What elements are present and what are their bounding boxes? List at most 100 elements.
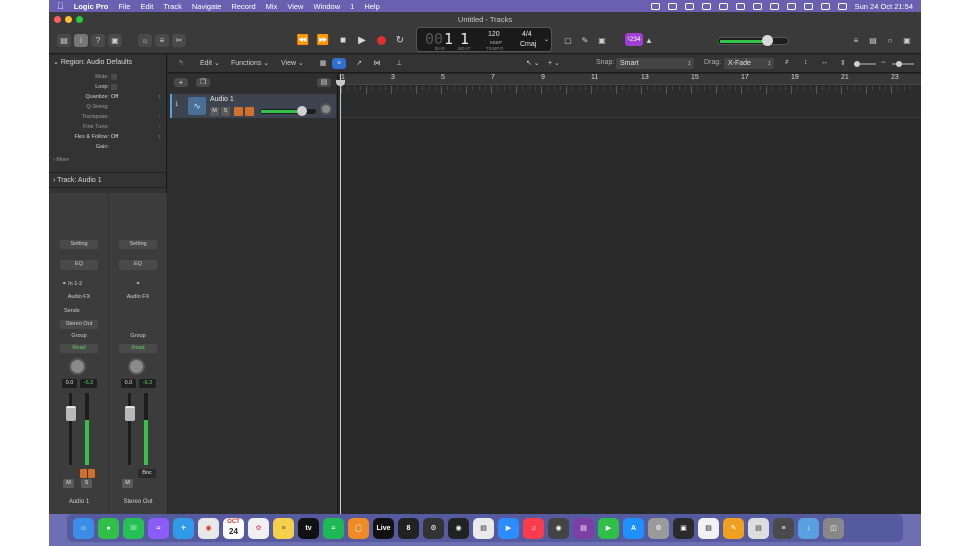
finder-icon[interactable]: ☺ bbox=[73, 517, 94, 539]
quick-help-icon[interactable]: ? bbox=[91, 34, 105, 47]
lcd-key[interactable]: Cmaj bbox=[520, 41, 536, 48]
mute-button[interactable]: M bbox=[63, 479, 74, 488]
track-lane-audio-1[interactable] bbox=[339, 86, 921, 118]
menu-file[interactable]: File bbox=[118, 2, 130, 11]
editors-icon[interactable]: ✂ bbox=[172, 34, 186, 47]
dropbox-icon[interactable] bbox=[650, 2, 660, 10]
final-cut-icon[interactable]: ▤ bbox=[573, 517, 594, 539]
bluetooth-icon[interactable] bbox=[752, 2, 762, 10]
library-icon[interactable]: ▤ bbox=[57, 34, 71, 47]
automation-mode[interactable]: Read bbox=[119, 344, 157, 353]
playhead[interactable] bbox=[336, 74, 345, 514]
catch-playhead-icon[interactable]: ⊥ bbox=[392, 58, 406, 69]
cycle-button[interactable]: ↻ bbox=[392, 33, 408, 49]
master-volume-slider[interactable] bbox=[717, 35, 789, 46]
rewind-button[interactable]: ⏪ bbox=[295, 33, 311, 49]
vertical-zoom-arrows-icon[interactable]: ⇕ bbox=[840, 59, 846, 67]
volume-icon[interactable] bbox=[735, 2, 745, 10]
music-app-icon[interactable]: ♫ bbox=[523, 517, 544, 539]
zoom-icon[interactable]: ▶ bbox=[498, 517, 519, 539]
eq-display[interactable]: EQ bbox=[119, 260, 157, 270]
control-center-icon[interactable] bbox=[820, 2, 830, 10]
volume-fader-cap[interactable] bbox=[66, 406, 76, 421]
tracks-canvas[interactable] bbox=[339, 118, 921, 514]
track-header-audio-1[interactable]: 1 ∿ Audio 1 M S bbox=[170, 94, 336, 118]
menu-app-name[interactable]: Logic Pro bbox=[74, 2, 109, 11]
lcd-display[interactable]: 00 1 1 BAR BEAT 120 KEEP TEMPO 4/4 Cmaj … bbox=[416, 27, 552, 52]
pointer-tool-icon[interactable]: ↖ ⌄ bbox=[526, 59, 540, 67]
audible-icon[interactable]: ◯ bbox=[348, 517, 369, 539]
menu-help[interactable]: Help bbox=[364, 2, 379, 11]
track-volume-knob[interactable] bbox=[297, 106, 307, 116]
downloads-folder-icon[interactable]: ↓ bbox=[798, 517, 819, 539]
menu-record[interactable]: Record bbox=[231, 2, 255, 11]
group-slot[interactable]: Group bbox=[119, 332, 157, 341]
smart-controls-icon[interactable]: ☼ bbox=[138, 34, 152, 47]
record-button[interactable] bbox=[373, 33, 389, 49]
group-slot[interactable]: Group bbox=[60, 332, 98, 341]
apple-menu-icon[interactable]:  bbox=[57, 1, 64, 11]
screen-capture-icon[interactable]: ▣ bbox=[673, 517, 694, 539]
flex-icon[interactable]: ⋈ bbox=[370, 58, 384, 69]
track-record-enable-button[interactable] bbox=[234, 107, 243, 116]
cloud-icon[interactable] bbox=[667, 2, 677, 10]
drag-select[interactable]: X-Fade ↕ bbox=[724, 58, 774, 69]
horizontal-zoom-knob[interactable] bbox=[896, 61, 902, 67]
more-disclosure[interactable]: › More bbox=[49, 155, 167, 165]
bar-ruler[interactable]: 1 3 5 7 9 11 13 15 17 19 21 23 bbox=[339, 74, 921, 85]
time-machine-icon[interactable] bbox=[718, 2, 728, 10]
wifi-icon[interactable] bbox=[786, 2, 796, 10]
menu-navigate[interactable]: Navigate bbox=[192, 2, 222, 11]
track-input-monitor-button[interactable] bbox=[245, 107, 254, 116]
logic-pro-icon[interactable]: ◉ bbox=[548, 517, 569, 539]
volume-fader-track[interactable] bbox=[128, 393, 131, 465]
master-volume-knob[interactable] bbox=[762, 35, 773, 46]
menu-edit[interactable]: Edit bbox=[140, 2, 153, 11]
grid-view-icon[interactable]: ▦ bbox=[316, 58, 330, 69]
audio-fx-slot[interactable]: Audio FX bbox=[60, 293, 98, 302]
record-enable-button[interactable] bbox=[80, 469, 87, 478]
setting-button[interactable]: Setting bbox=[60, 240, 98, 249]
ableton-live-icon[interactable]: Live bbox=[373, 517, 394, 539]
audio-fx-slot[interactable]: Audio FX bbox=[119, 293, 157, 302]
inspector-icon[interactable]: i bbox=[74, 34, 88, 47]
music-icon[interactable] bbox=[701, 2, 711, 10]
chrome-icon[interactable]: ◉ bbox=[198, 517, 219, 539]
messages-icon[interactable]: ● bbox=[98, 517, 119, 539]
track-pan-knob[interactable] bbox=[320, 103, 332, 115]
lcd-dropdown-chevron-icon[interactable]: ⌄ bbox=[544, 36, 549, 43]
toolbar-icon[interactable]: ▣ bbox=[108, 34, 122, 47]
app-store-icon[interactable]: A bbox=[623, 517, 644, 539]
replace-icon[interactable]: ▢ bbox=[561, 34, 575, 47]
keyboard-app-icon[interactable]: ▤ bbox=[473, 517, 494, 539]
app-8-icon[interactable]: 8 bbox=[398, 517, 419, 539]
track-solo-button[interactable]: S bbox=[221, 107, 230, 116]
photos-icon[interactable]: ✿ bbox=[248, 517, 269, 539]
menu-track[interactable]: Track bbox=[163, 2, 181, 11]
solo-toolbar-icon[interactable]: ▣ bbox=[595, 34, 609, 47]
horizontal-zoom-slider[interactable] bbox=[892, 61, 914, 67]
browsers-icon[interactable]: ▣ bbox=[900, 34, 914, 47]
vertical-zoom-slider[interactable] bbox=[854, 61, 876, 67]
volume-fader-cap[interactable] bbox=[125, 406, 135, 421]
track-mute-button[interactable]: M bbox=[210, 107, 219, 116]
bounce-button[interactable]: Bnc bbox=[138, 469, 156, 478]
testflight-icon[interactable]: ✈ bbox=[173, 517, 194, 539]
pages-icon[interactable]: ✎ bbox=[723, 517, 744, 539]
list-editors-icon[interactable]: ≡ bbox=[849, 34, 863, 47]
count-in-badge[interactable]: ¹234 bbox=[625, 33, 643, 46]
waveform-zoom-icon[interactable]: ≠ bbox=[785, 59, 789, 66]
document-icon[interactable]: ▤ bbox=[748, 517, 769, 539]
messenger-icon[interactable]: ≈ bbox=[148, 517, 169, 539]
calendar-icon[interactable]: OCT 24 bbox=[223, 517, 244, 539]
pan-knob[interactable] bbox=[69, 358, 86, 375]
spotlight-icon[interactable] bbox=[803, 2, 813, 10]
pan-knob[interactable] bbox=[128, 358, 145, 375]
notes-icon[interactable]: ≡ bbox=[273, 517, 294, 539]
fast-forward-button[interactable]: ⏩ bbox=[315, 33, 331, 49]
add-track-button[interactable]: + bbox=[174, 78, 188, 87]
facetime-icon[interactable]: ▶ bbox=[598, 517, 619, 539]
loop-checkbox[interactable] bbox=[111, 84, 117, 90]
eq-display[interactable]: EQ bbox=[60, 260, 98, 270]
loop-browser-icon[interactable]: ○ bbox=[883, 34, 897, 47]
